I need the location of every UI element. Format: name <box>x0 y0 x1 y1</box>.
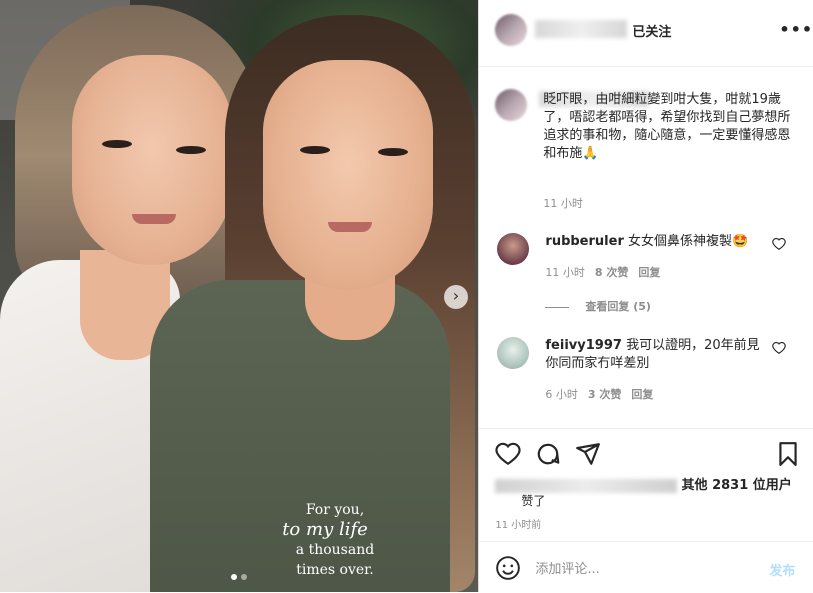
likes-count-text: 其他 2831 位用户 <box>681 478 792 493</box>
overlay-line: to my life <box>282 519 368 540</box>
comment-likes[interactable]: 8 次赞 <box>595 264 628 280</box>
post-comment-button[interactable]: 发布 <box>769 560 795 579</box>
likes-summary[interactable]: 其他 2831 位用户 <box>495 474 795 493</box>
comments-section: 眨吓眼，由咁細粒變到咁大隻，咁就19歲了，唔認老都唔得，希望你找到自己夢想所追求… <box>479 67 813 427</box>
person-right-mouth <box>328 222 372 232</box>
save-bookmark-icon[interactable] <box>775 441 801 467</box>
emoji-icon[interactable] <box>495 555 521 581</box>
comment-likes[interactable]: 3 次赞 <box>588 386 621 402</box>
commenter-avatar[interactable] <box>497 233 530 265</box>
like-comment-heart-icon[interactable] <box>772 341 787 355</box>
person-right-eye <box>300 146 330 154</box>
person-left-mouth <box>132 214 176 224</box>
overlay-line: For you, <box>305 502 365 518</box>
commenter-username[interactable]: feiivy1997 <box>545 338 622 353</box>
person-right-eye <box>378 148 408 156</box>
comment-icon[interactable] <box>535 441 561 467</box>
commenter-username[interactable]: rubberuler <box>545 234 623 249</box>
person-left-face <box>72 55 232 265</box>
caption-time: 11 小时 <box>543 197 583 210</box>
carousel-indicator <box>231 574 247 580</box>
person-left-eye <box>102 140 132 148</box>
author-username-redacted[interactable] <box>535 20 628 38</box>
post-side-panel: 已关注 ••• 眨吓眼，由咁細粒變到咁大隻，咁就19歲了，唔認老都唔得，希望你找… <box>478 0 813 592</box>
view-replies-link[interactable]: 查看回复 (5) <box>545 298 651 314</box>
instagram-post-view: For you, to my life a thousand times ove… <box>0 0 813 592</box>
posted-time: 11 小时前 <box>495 520 542 531</box>
liker-names-redacted <box>495 478 678 493</box>
carousel-dot-active <box>231 574 237 580</box>
more-options-icon[interactable]: ••• <box>779 20 813 39</box>
author-avatar[interactable] <box>495 89 528 121</box>
overlay-line: times over. <box>296 562 374 578</box>
next-photo-button[interactable]: › <box>444 285 468 309</box>
post-actions-bar <box>479 428 813 469</box>
post-caption: 眨吓眼，由咁細粒變到咁大隻，咁就19歲了，唔認老都唔得，希望你找到自己夢想所追求… <box>543 92 791 161</box>
like-heart-icon[interactable] <box>495 441 522 467</box>
person-right-face <box>263 60 433 290</box>
comment-meta: 6 小时 3 次赞 回复 <box>545 386 653 402</box>
comment-meta: 11 小时 8 次赞 回复 <box>545 264 660 280</box>
post-photo[interactable]: For you, to my life a thousand times ove… <box>0 0 479 592</box>
carousel-dot <box>241 574 247 580</box>
comment-time: 11 小时 <box>545 266 585 279</box>
overlay-line: a thousand <box>295 542 375 558</box>
comment-input[interactable] <box>533 557 758 581</box>
comment-body: rubberuler 女女個鼻係神複製🤩 <box>545 233 765 251</box>
post-header: 已关注 ••• <box>479 0 813 67</box>
person-left-eye <box>176 146 206 154</box>
comment-time: 6 小时 <box>545 388 578 401</box>
like-comment-heart-icon[interactable] <box>772 237 787 251</box>
author-avatar[interactable] <box>495 14 528 46</box>
comment-body: feiivy1997 我可以證明，20年前見你同而家冇咩差別 <box>545 337 765 373</box>
share-icon[interactable] <box>575 441 601 467</box>
photo-overlay-text: For you, to my life a thousand times ove… <box>235 500 435 580</box>
reply-button[interactable]: 回复 <box>631 386 653 402</box>
commenter-avatar[interactable] <box>497 337 530 369</box>
likes-suffix: 赞了 <box>521 494 546 508</box>
comment-text: 女女個鼻係神複製🤩 <box>628 234 749 249</box>
reply-button[interactable]: 回复 <box>638 264 660 280</box>
add-comment-bar: 发布 <box>479 541 813 593</box>
following-status[interactable]: 已关注 <box>632 21 671 40</box>
